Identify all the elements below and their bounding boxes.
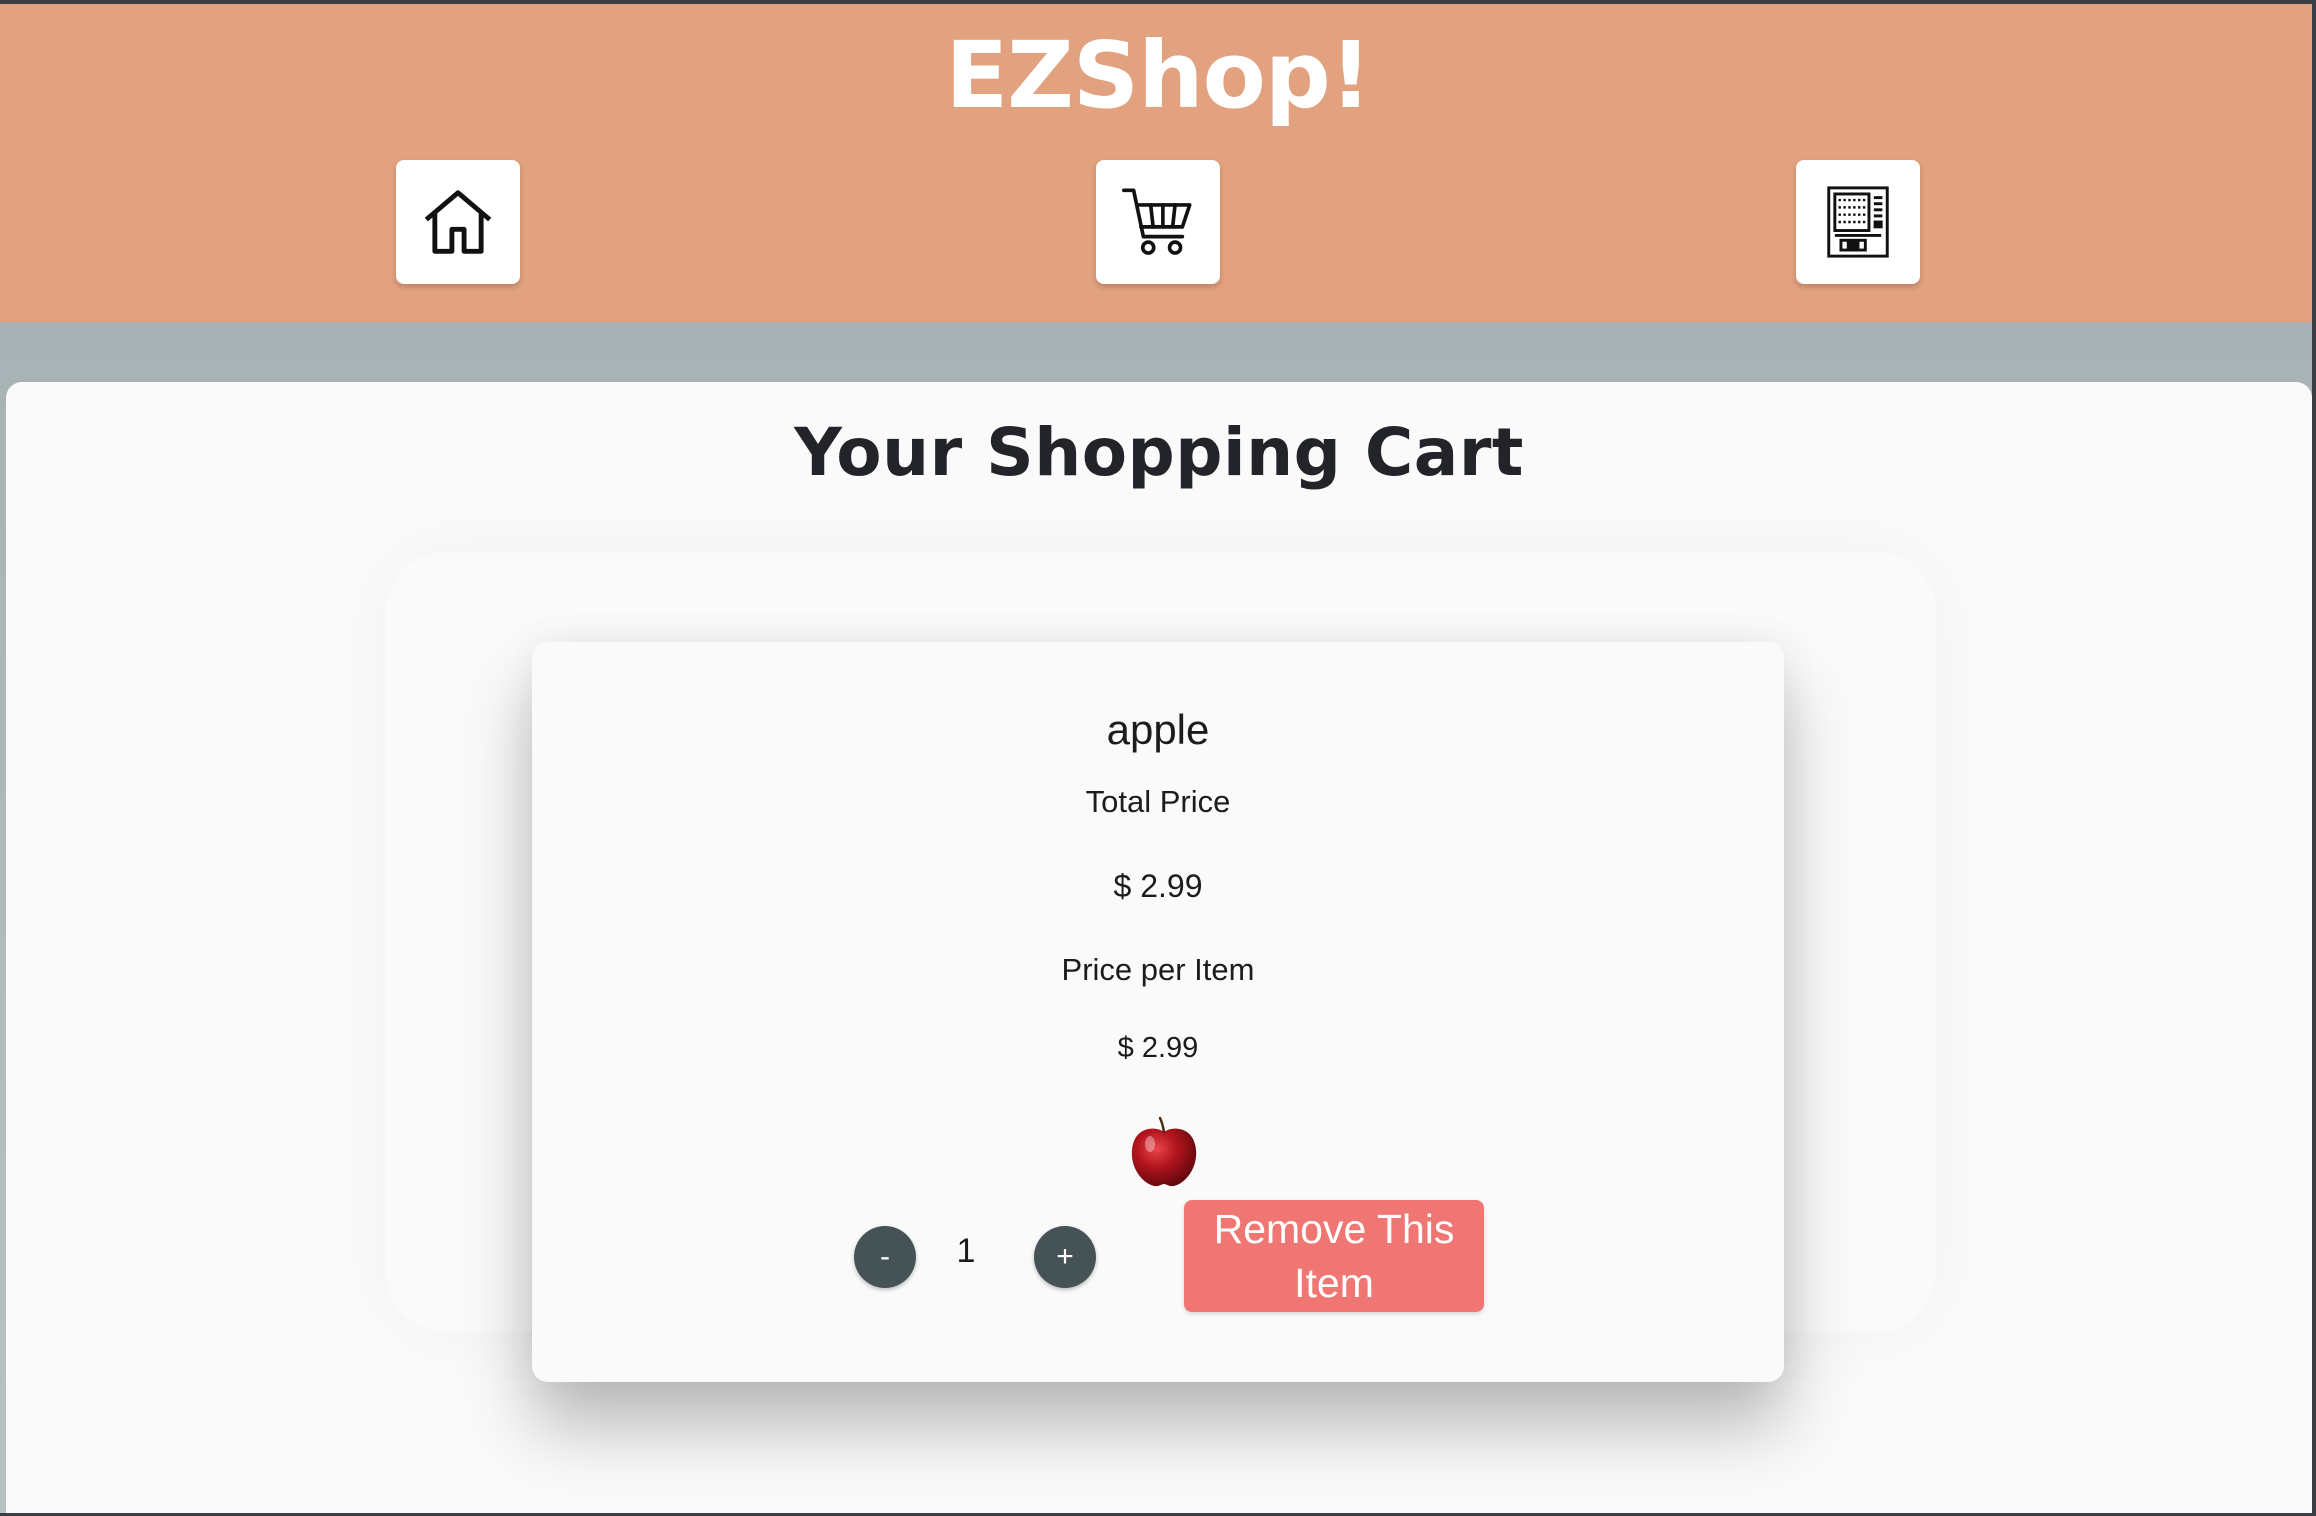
price-per-item-value: $ 2.99 bbox=[1117, 1032, 1199, 1064]
page-title: Your Shopping Cart bbox=[794, 414, 1524, 491]
app-viewport: EZShop! Your Shopping Cart apple Total P… bbox=[0, 4, 2316, 1513]
cart-nav-button[interactable] bbox=[1096, 160, 1220, 284]
home-icon bbox=[424, 190, 492, 254]
cart-item-card: apple Total Price $ 2.99 Price per Item … bbox=[532, 642, 1784, 1382]
total-price-label: Total Price bbox=[1085, 784, 1231, 819]
apple-image bbox=[1131, 1116, 1197, 1187]
quantity-value: 1 bbox=[956, 1232, 976, 1270]
home-nav-button[interactable] bbox=[396, 160, 520, 284]
store-nav-button[interactable] bbox=[1796, 160, 1920, 284]
cart-panel: Your Shopping Cart apple Total Price $ 2… bbox=[6, 382, 2312, 1513]
item-name: apple bbox=[1106, 706, 1210, 753]
increase-quantity-button[interactable]: + bbox=[1034, 1226, 1096, 1288]
vending-machine-icon bbox=[1827, 186, 1889, 258]
window-edge bbox=[2312, 0, 2316, 1516]
total-price-value: $ 2.99 bbox=[1113, 868, 1203, 904]
decrease-quantity-button[interactable]: - bbox=[854, 1226, 916, 1288]
cart-icon bbox=[1122, 188, 1192, 255]
price-per-item-label: Price per Item bbox=[1061, 952, 1255, 987]
remove-item-button[interactable]: Remove This Item bbox=[1184, 1200, 1484, 1312]
site-header: EZShop! bbox=[0, 4, 2316, 322]
brand-title: EZShop! bbox=[945, 22, 1371, 129]
